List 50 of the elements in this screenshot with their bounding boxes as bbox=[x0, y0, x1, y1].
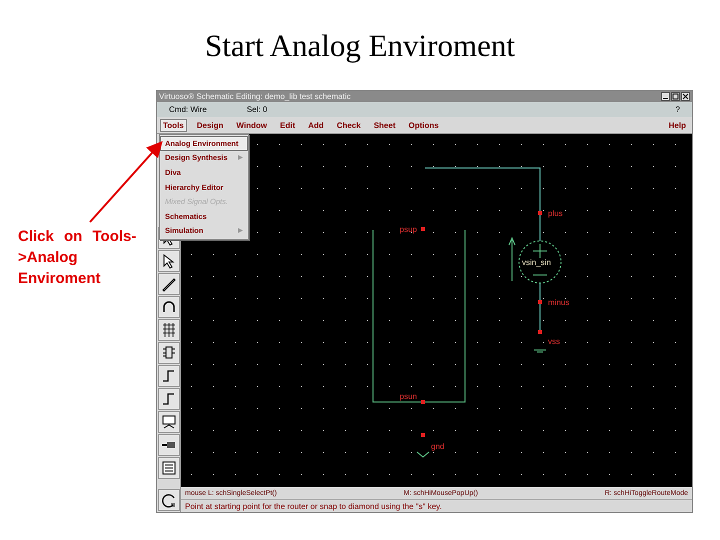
pin-label: psup bbox=[400, 225, 417, 234]
step-icon[interactable] bbox=[158, 388, 180, 410]
arrow bbox=[508, 236, 516, 282]
pin-marker bbox=[421, 433, 425, 437]
window-title: Virtuoso® Schematic Editing: demo_lib test schematic bbox=[159, 92, 351, 101]
prompt-text: Point at starting point for the router or snap to diamond using the "s" key. bbox=[185, 502, 442, 511]
pin-marker bbox=[538, 300, 542, 304]
menu-item[interactable]: Tools bbox=[160, 118, 187, 132]
pin-label: minus bbox=[548, 298, 570, 307]
menu-item[interactable]: Check bbox=[334, 118, 364, 132]
close-icon bbox=[682, 93, 689, 100]
submenu-arrow-icon bbox=[238, 155, 243, 160]
menu-item[interactable]: Edit bbox=[277, 118, 298, 132]
submenu-arrow-icon bbox=[238, 228, 243, 234]
command-status: Cmd: Wire bbox=[169, 105, 207, 114]
pin-marker bbox=[421, 227, 425, 231]
grid-icon[interactable] bbox=[158, 319, 180, 341]
ground-icon bbox=[534, 350, 546, 352]
pin-marker bbox=[538, 211, 542, 215]
menu-item[interactable]: Options bbox=[406, 118, 442, 132]
pin-label: vss bbox=[548, 337, 560, 346]
select-icon[interactable] bbox=[158, 250, 180, 272]
list-icon[interactable] bbox=[158, 457, 180, 479]
close-button[interactable] bbox=[681, 92, 690, 101]
pin-marker bbox=[538, 330, 542, 334]
redo-icon[interactable] bbox=[158, 489, 180, 511]
pin-label: psun bbox=[400, 392, 417, 401]
minimize-button[interactable] bbox=[661, 92, 670, 101]
pencil-icon[interactable] bbox=[158, 273, 180, 295]
source-label: vsin_sin bbox=[522, 258, 551, 267]
pin-marker bbox=[421, 400, 425, 404]
callout-text: Click on Tools->Analog Enviroment bbox=[18, 227, 138, 289]
menu-item[interactable]: Design bbox=[194, 118, 226, 132]
chevron-icon bbox=[416, 452, 430, 458]
pin-label: gnd bbox=[431, 442, 444, 451]
menu-item[interactable]: Sheet bbox=[370, 118, 398, 132]
step-icon[interactable] bbox=[158, 365, 180, 387]
plug-icon[interactable] bbox=[158, 434, 180, 456]
arc-icon[interactable] bbox=[158, 296, 180, 318]
menu-item[interactable]: Help bbox=[666, 118, 689, 132]
chip-icon[interactable] bbox=[158, 342, 180, 364]
menu-item[interactable]: Add bbox=[305, 118, 327, 132]
menu-item[interactable]: Window bbox=[233, 118, 270, 132]
maximize-button[interactable] bbox=[671, 92, 680, 101]
voltage-source-symbol bbox=[518, 240, 562, 284]
maximize-icon bbox=[672, 93, 679, 100]
selection-count: Sel: 0 bbox=[246, 105, 268, 114]
slide-title: Start Analog Enviroment bbox=[204, 27, 516, 65]
pin-label: plus bbox=[548, 209, 563, 218]
help-mark: ? bbox=[676, 105, 680, 114]
